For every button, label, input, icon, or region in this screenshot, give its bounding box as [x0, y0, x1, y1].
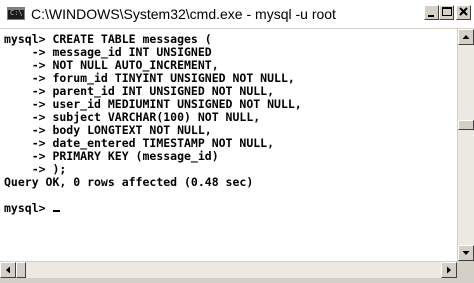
size-grip[interactable]: [457, 261, 474, 278]
scroll-up-button[interactable]: [458, 29, 474, 45]
vertical-scroll-thumb[interactable]: [458, 120, 474, 130]
close-button[interactable]: [456, 5, 471, 20]
console-line: Query OK, 0 rows affected (0.48 sec): [4, 175, 254, 189]
prompt-line: mysql>: [4, 201, 61, 215]
console-icon[interactable]: C:\: [7, 7, 25, 20]
minimize-button[interactable]: [424, 5, 439, 20]
title-bar[interactable]: C:\ C:\WINDOWS\System32\cmd.exe - mysql …: [0, 0, 474, 29]
arrow-right-icon: [447, 266, 451, 274]
vertical-scrollbar[interactable]: [457, 29, 474, 261]
maximize-icon: [442, 7, 452, 16]
console-output[interactable]: mysql> CREATE TABLE messages ( -> messag…: [0, 29, 457, 261]
minimize-icon: [428, 15, 434, 17]
arrow-up-icon: [462, 35, 470, 39]
arrow-down-icon: [462, 251, 470, 255]
horizontal-scroll-thumb[interactable]: [16, 262, 26, 278]
scroll-left-button[interactable]: [0, 262, 16, 278]
console-icon-glyph: C:\: [10, 9, 23, 17]
window-title: C:\WINDOWS\System32\cmd.exe - mysql -u r…: [31, 6, 336, 22]
close-icon: [459, 7, 468, 16]
horizontal-scrollbar[interactable]: [0, 261, 457, 278]
scroll-right-button[interactable]: [441, 262, 457, 278]
console-window: C:\ C:\WINDOWS\System32\cmd.exe - mysql …: [0, 0, 474, 283]
text-cursor: [53, 210, 61, 212]
window-bottom-border: [0, 278, 474, 283]
maximize-button[interactable]: [439, 5, 454, 20]
prompt-text: mysql>: [4, 201, 53, 215]
scroll-down-button[interactable]: [458, 245, 474, 261]
arrow-left-icon: [6, 266, 10, 274]
